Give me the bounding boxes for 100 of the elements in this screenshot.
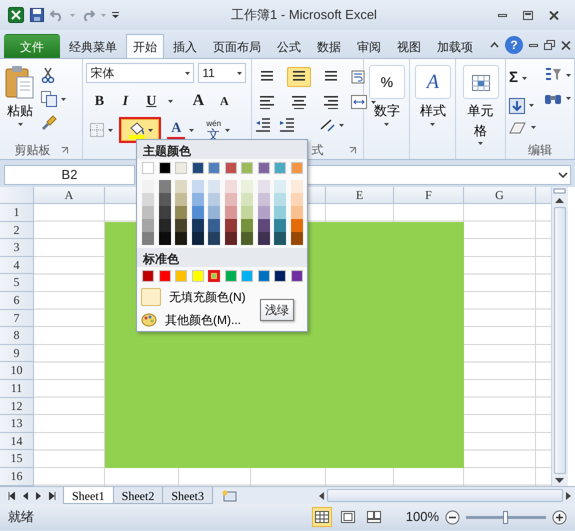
color-swatch[interactable]	[175, 232, 187, 245]
color-swatch[interactable]	[142, 162, 154, 174]
row-header[interactable]: 6	[0, 292, 34, 310]
row-header[interactable]: 16	[0, 468, 34, 486]
color-swatch[interactable]	[274, 180, 286, 193]
ribbon-tab[interactable]: 数据	[310, 34, 348, 58]
name-box[interactable]: B2	[4, 165, 135, 185]
color-swatch[interactable]	[258, 206, 270, 219]
color-swatch[interactable]	[224, 193, 236, 206]
color-swatch[interactable]	[290, 193, 302, 206]
vertical-scrollbar[interactable]	[551, 187, 568, 486]
fill-color-button[interactable]	[121, 119, 160, 141]
color-swatch[interactable]	[192, 219, 204, 232]
color-swatch[interactable]	[224, 270, 236, 282]
help-button[interactable]: ?	[505, 36, 523, 54]
first-sheet-icon[interactable]	[8, 492, 15, 500]
color-swatch[interactable]	[224, 206, 236, 219]
color-swatch[interactable]	[258, 219, 270, 232]
color-swatch[interactable]	[241, 193, 253, 206]
sheet-tab[interactable]: Sheet3	[162, 487, 214, 504]
color-swatch[interactable]	[258, 162, 270, 174]
color-swatch[interactable]	[290, 219, 302, 232]
color-swatch[interactable]	[208, 206, 220, 219]
eraser-icon[interactable]	[509, 122, 527, 134]
color-swatch[interactable]	[175, 180, 187, 193]
ribbon-tab[interactable]: 审阅	[350, 34, 388, 58]
customize-menu-icon[interactable]	[112, 12, 119, 18]
color-swatch[interactable]	[208, 219, 220, 232]
column-header[interactable]: G	[464, 187, 536, 204]
zoom-in-icon[interactable]	[552, 510, 567, 524]
minimize-icon[interactable]	[529, 44, 538, 46]
sheet-tab[interactable]: Sheet1	[63, 487, 114, 504]
color-swatch[interactable]	[158, 232, 170, 245]
redo-icon[interactable]	[81, 9, 95, 21]
color-swatch[interactable]	[224, 180, 236, 193]
fill-down-icon[interactable]	[509, 98, 525, 114]
row-header[interactable]: 10	[0, 362, 34, 380]
grow-font-button[interactable]: A	[189, 91, 208, 111]
split-handle-icon[interactable]	[552, 187, 567, 195]
column-header[interactable]: F	[394, 187, 464, 204]
row-header[interactable]: 5	[0, 274, 34, 292]
copy-icon[interactable]	[41, 91, 57, 107]
undo-icon[interactable]	[50, 9, 64, 21]
restore-icon[interactable]	[544, 40, 555, 50]
color-swatch[interactable]	[274, 219, 286, 232]
color-swatch[interactable]	[208, 270, 220, 282]
styles-button[interactable]: A 样式	[412, 63, 453, 141]
color-swatch[interactable]	[258, 232, 270, 245]
paste-button[interactable]: 粘贴	[3, 63, 37, 141]
row-header[interactable]: 4	[0, 256, 34, 274]
color-swatch[interactable]	[258, 193, 270, 206]
color-swatch[interactable]	[241, 232, 253, 245]
color-swatch[interactable]	[224, 162, 236, 174]
color-swatch[interactable]	[241, 162, 253, 174]
ribbon-tab[interactable]: 页面布局	[206, 34, 268, 58]
color-swatch[interactable]	[290, 162, 302, 174]
sort-filter-icon[interactable]	[544, 67, 562, 83]
shrink-font-button[interactable]: A	[215, 91, 234, 111]
borders-icon[interactable]	[90, 123, 104, 137]
close-icon[interactable]	[561, 40, 571, 50]
color-swatch[interactable]	[290, 206, 302, 219]
next-sheet-icon[interactable]	[36, 492, 41, 500]
row-header[interactable]: 13	[0, 415, 34, 433]
color-swatch[interactable]	[142, 270, 154, 282]
italic-button[interactable]: I	[116, 91, 134, 111]
view-button[interactable]	[312, 507, 332, 527]
color-swatch[interactable]	[290, 180, 302, 193]
color-swatch[interactable]	[142, 180, 154, 193]
merge-center-icon[interactable]	[351, 95, 368, 109]
color-swatch[interactable]	[142, 193, 154, 206]
ribbon-tab[interactable]: 开始	[126, 34, 164, 58]
color-swatch[interactable]	[274, 193, 286, 206]
color-swatch[interactable]	[274, 162, 286, 174]
color-swatch[interactable]	[274, 270, 286, 282]
scroll-right-icon[interactable]	[565, 490, 573, 500]
save-icon[interactable]	[30, 8, 44, 22]
cells-button[interactable]: 单元格	[459, 63, 502, 147]
color-swatch[interactable]	[158, 219, 170, 232]
color-swatch[interactable]	[192, 180, 204, 193]
color-swatch[interactable]	[224, 219, 236, 232]
color-swatch[interactable]	[158, 162, 170, 174]
scissors-icon[interactable]	[41, 67, 55, 83]
sheet-tab[interactable]: Sheet2	[112, 487, 164, 504]
color-swatch[interactable]	[290, 232, 302, 245]
autosum-button[interactable]: Σ	[509, 67, 518, 90]
color-swatch[interactable]	[158, 270, 170, 282]
color-swatch[interactable]	[142, 206, 154, 219]
color-swatch[interactable]	[208, 162, 220, 174]
color-swatch[interactable]	[142, 232, 154, 245]
color-swatch[interactable]	[241, 219, 253, 232]
color-swatch[interactable]	[274, 206, 286, 219]
color-swatch[interactable]	[224, 232, 236, 245]
excel-logo-icon[interactable]	[8, 7, 24, 23]
ribbon-tab[interactable]: 经典菜单	[62, 34, 124, 58]
font-name-field[interactable]: 宋体	[86, 63, 194, 83]
row-header[interactable]: 14	[0, 432, 34, 450]
font-size-field[interactable]: 11	[198, 63, 246, 83]
color-swatch[interactable]	[158, 206, 170, 219]
last-sheet-icon[interactable]	[49, 492, 56, 500]
underline-button[interactable]: U	[142, 91, 160, 111]
